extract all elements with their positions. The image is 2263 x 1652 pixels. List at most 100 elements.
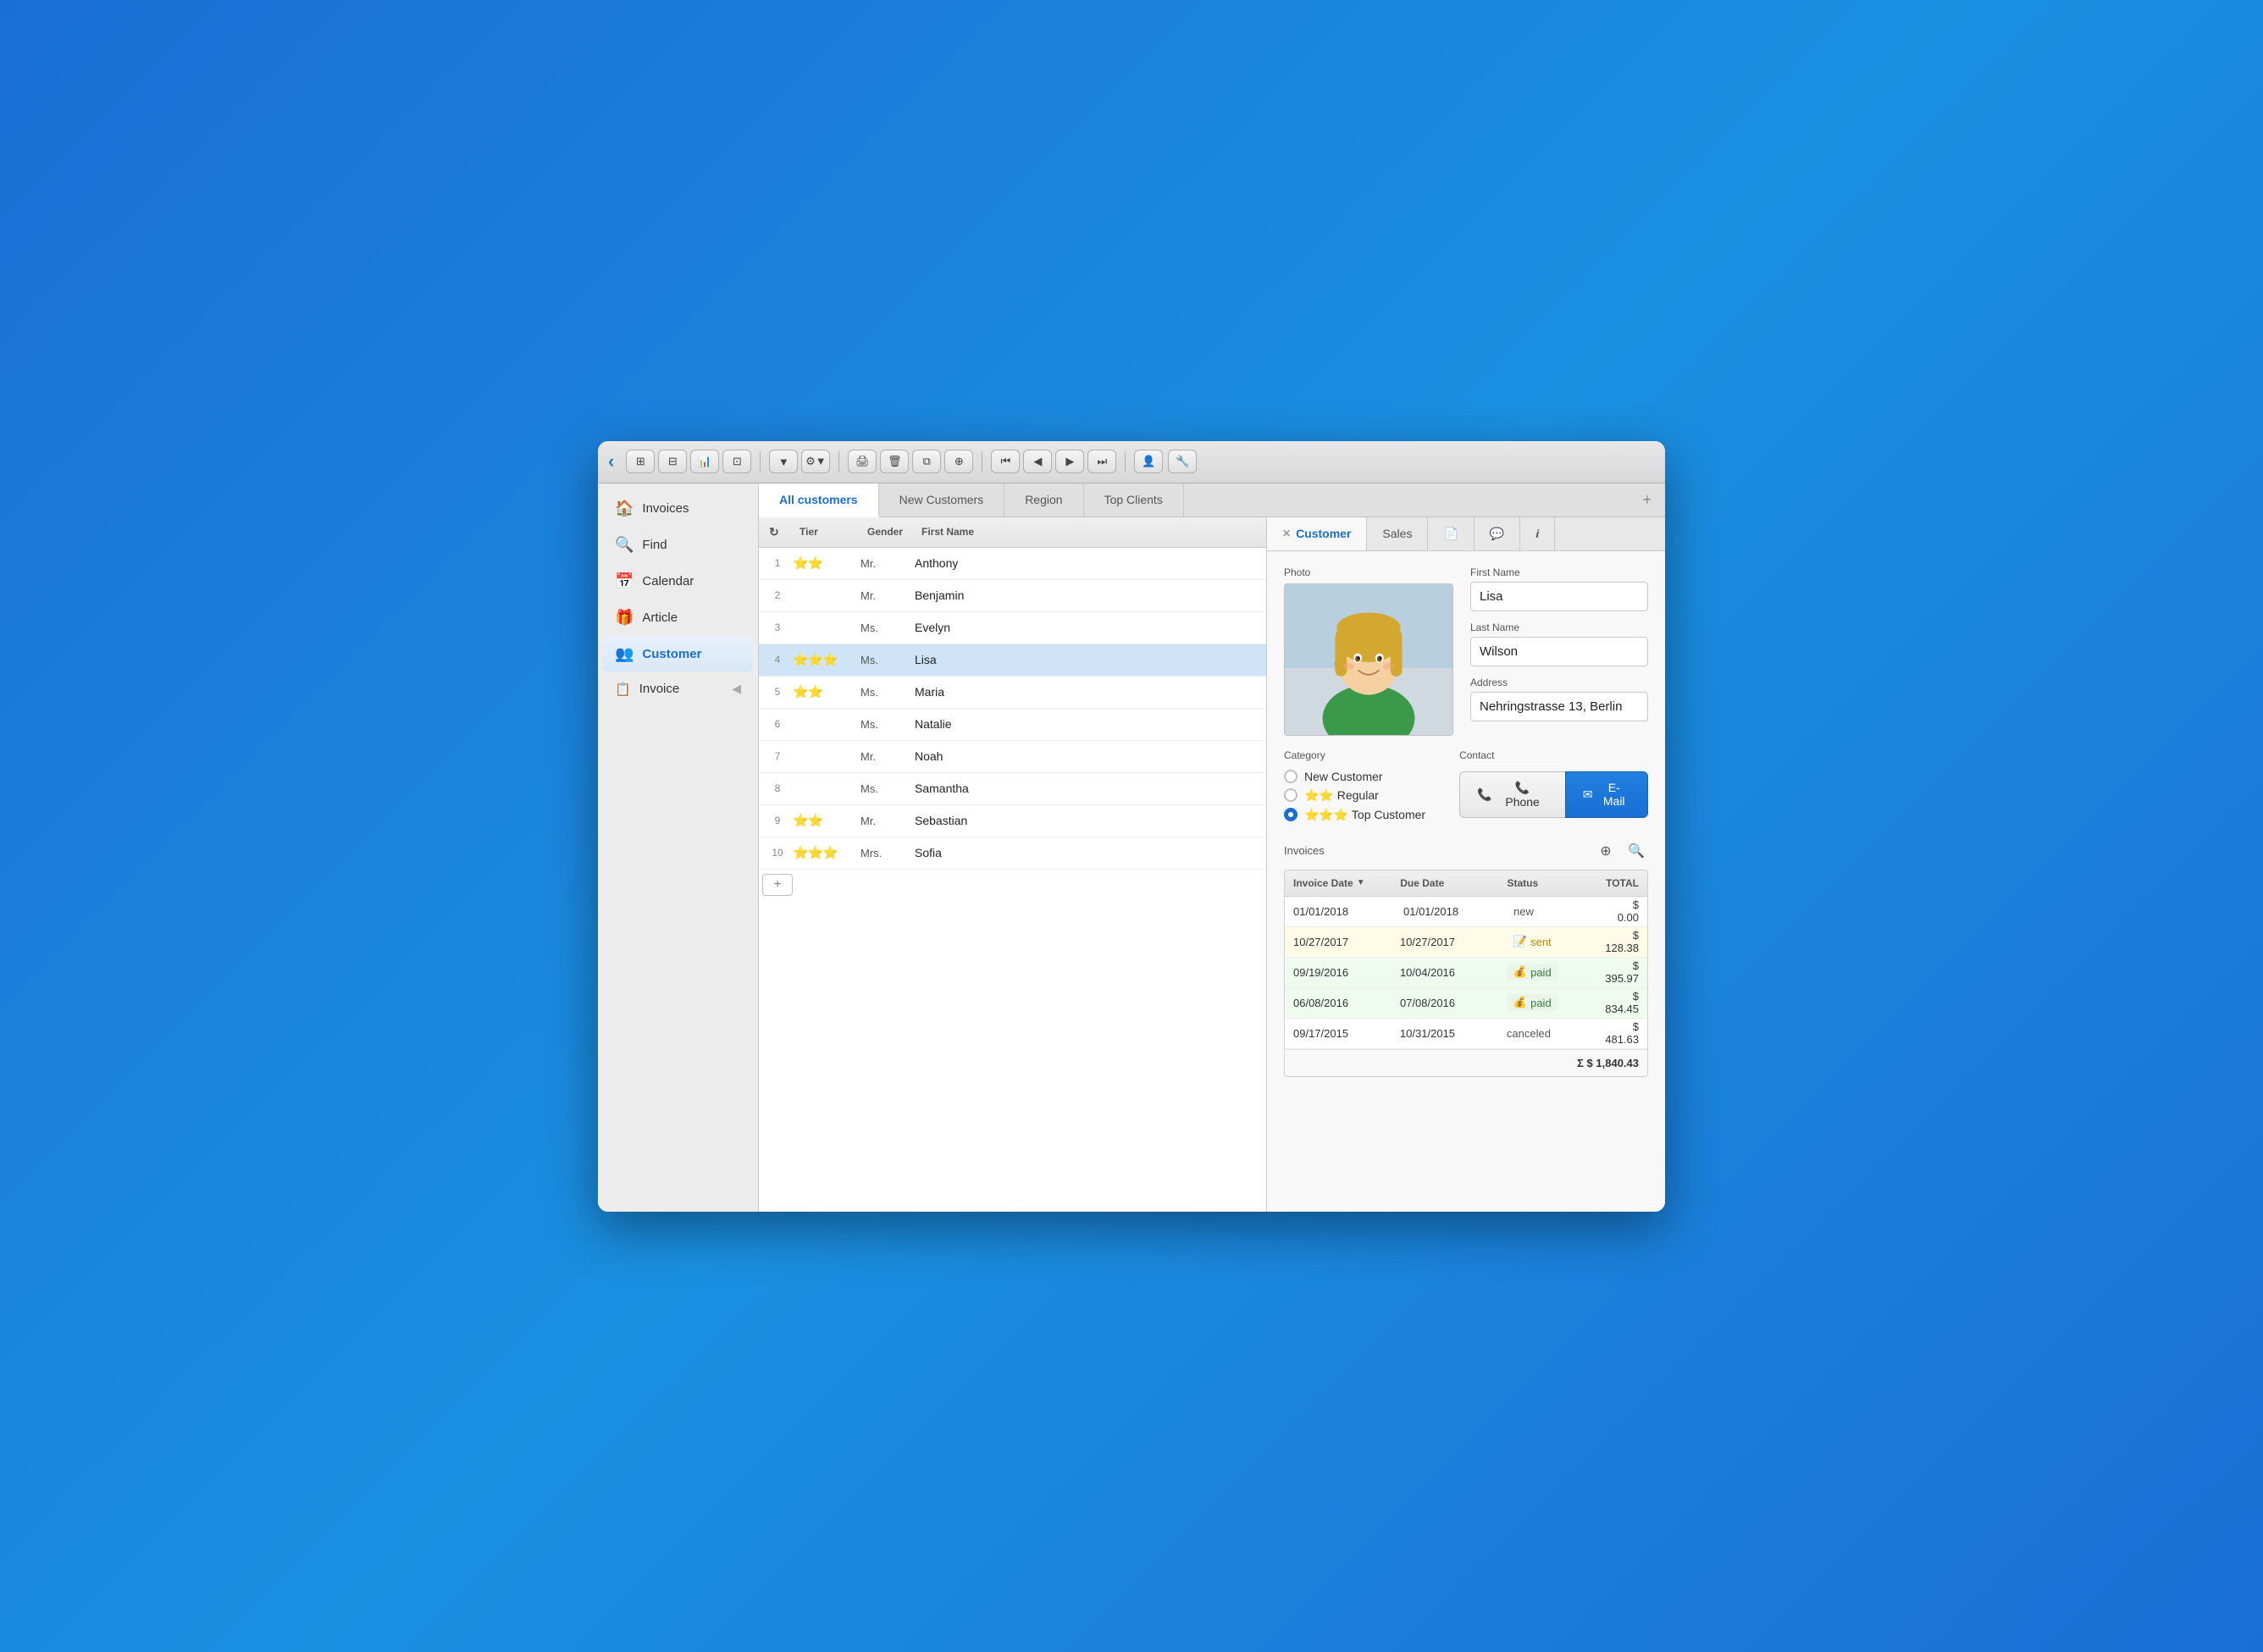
sidebar-item-customer[interactable]: 👥 Customer xyxy=(603,637,753,671)
tab-all-customers[interactable]: All customers xyxy=(759,483,879,517)
radio-new-customer[interactable] xyxy=(1284,770,1297,783)
invoices-add-button[interactable]: ⊕ xyxy=(1594,839,1618,863)
invoice-row[interactable]: 01/01/2018 01/01/2018 new $ 0.00 xyxy=(1285,897,1647,927)
table-row[interactable]: 9 ⭐⭐ Mr. Sebastian xyxy=(759,805,1266,837)
category-section: Category New Customer ⭐⭐ Regular xyxy=(1284,749,1425,822)
tab-top-clients[interactable]: Top Clients xyxy=(1084,483,1184,517)
detail-tab-sales[interactable]: Sales xyxy=(1367,517,1428,550)
invoices-table: Invoice Date ▼ Due Date Status xyxy=(1284,870,1648,1077)
wrench-btn[interactable]: 🔧 xyxy=(1168,450,1197,473)
nav-last-btn[interactable]: ⏭ xyxy=(1087,450,1116,473)
invoice-icon: 📋 xyxy=(615,682,631,697)
due-date-header[interactable]: Due Date xyxy=(1392,870,1498,896)
due-date-label: Due Date xyxy=(1400,877,1444,889)
invoice-row[interactable]: 06/08/2016 07/08/2016 💰 paid $ 834.45 xyxy=(1285,988,1647,1019)
sidebar-item-find[interactable]: 🔍 Find xyxy=(603,528,753,562)
invoice-row[interactable]: 09/19/2016 10/04/2016 💰 paid $ 395.97 xyxy=(1285,958,1647,988)
status-header[interactable]: Status xyxy=(1499,870,1598,896)
add-record-button[interactable]: + xyxy=(762,874,793,896)
toolbar-chart-btn[interactable]: 📊 xyxy=(690,450,719,473)
table-row[interactable]: 1 ⭐⭐ Mr. Anthony xyxy=(759,548,1266,580)
invoice-row[interactable]: 09/17/2015 10/31/2015 canceled $ 481.63 xyxy=(1285,1019,1647,1049)
row-name: Noah xyxy=(915,749,1263,763)
phone-button[interactable]: 📞 📞 Phone xyxy=(1459,771,1565,818)
first-name-input[interactable] xyxy=(1470,582,1648,611)
address-input[interactable] xyxy=(1470,692,1648,721)
nav-next-btn[interactable]: ▶ xyxy=(1055,450,1084,473)
add-btn[interactable]: ⊕ xyxy=(944,450,973,473)
calendar-icon: 📅 xyxy=(615,572,634,590)
refresh-icon[interactable]: ↻ xyxy=(769,525,779,539)
row-number: 4 xyxy=(762,654,793,666)
tab-new-customers[interactable]: New Customers xyxy=(879,483,1005,517)
last-name-input[interactable] xyxy=(1470,637,1648,666)
contact-section: Contact 📞 📞 Phone ✉ E-Mail xyxy=(1459,749,1648,818)
radio-top-customer[interactable] xyxy=(1284,808,1297,821)
close-icon[interactable]: ✕ xyxy=(1282,528,1291,539)
nav-first-btn[interactable]: ⏮ xyxy=(991,450,1020,473)
toolbar-view-list-btn[interactable]: ⊞ xyxy=(626,450,655,473)
row-gender: Mr. xyxy=(860,750,915,763)
firstname-header: First Name xyxy=(915,526,1263,538)
tab-region[interactable]: Region xyxy=(1004,483,1083,517)
settings-btn[interactable]: ⚙▼ xyxy=(801,450,830,473)
email-button[interactable]: ✉ E-Mail xyxy=(1565,771,1648,818)
user-btn[interactable]: 👤 xyxy=(1134,450,1163,473)
sidebar-item-calendar[interactable]: 📅 Calendar xyxy=(603,564,753,599)
category-regular[interactable]: ⭐⭐ Regular xyxy=(1284,788,1425,803)
nav-last-icon: ⏭ xyxy=(1097,455,1107,468)
radio-regular[interactable] xyxy=(1284,788,1297,802)
table-row[interactable]: 10 ⭐⭐⭐ Mrs. Sofia xyxy=(759,837,1266,870)
invoice-status: 📝 sent xyxy=(1498,933,1596,950)
toolbar-table-btn[interactable]: ⊡ xyxy=(722,450,751,473)
row-number: 2 xyxy=(762,589,793,601)
sent-icon: 📝 xyxy=(1513,935,1527,948)
sidebar-item-invoice[interactable]: 📋 Invoice ◀ xyxy=(603,673,753,705)
trash-icon: 🗑 xyxy=(888,455,902,468)
table-row[interactable]: 3 Ms. Evelyn xyxy=(759,612,1266,644)
stars-icon: ⭐⭐ xyxy=(793,814,822,828)
status-badge: 📝 sent xyxy=(1507,933,1558,950)
tab-add-button[interactable]: + xyxy=(1629,483,1665,517)
stars-icon: ⭐⭐⭐ xyxy=(793,653,838,667)
table-row[interactable]: 7 Mr. Noah xyxy=(759,741,1266,773)
detail-tab-customer[interactable]: ✕ Customer xyxy=(1267,517,1367,550)
row-gender: Ms. xyxy=(860,718,915,731)
sidebar-item-article[interactable]: 🎁 Article xyxy=(603,600,753,635)
table-row[interactable]: 4 ⭐⭐⭐ Ms. Lisa xyxy=(759,644,1266,677)
filter-btn[interactable]: ▼ xyxy=(769,450,798,473)
detail-tab-info[interactable]: i xyxy=(1520,517,1555,550)
table-row[interactable]: 5 ⭐⭐ Ms. Maria xyxy=(759,677,1266,709)
delete-btn[interactable]: 🗑 xyxy=(880,450,909,473)
print-icon: 🖨 xyxy=(855,455,870,468)
invoices-table-header: Invoice Date ▼ Due Date Status xyxy=(1285,870,1647,897)
invoice-due: 01/01/2018 xyxy=(1395,905,1505,918)
invoice-date-header[interactable]: Invoice Date ▼ xyxy=(1285,870,1392,896)
invoice-row[interactable]: 10/27/2017 10/27/2017 📝 sent $ 128.38 xyxy=(1285,927,1647,958)
category-new-customer[interactable]: New Customer xyxy=(1284,770,1425,783)
invoice-due: 10/31/2015 xyxy=(1392,1027,1498,1040)
table-row[interactable]: 2 Mr. Benjamin xyxy=(759,580,1266,612)
invoices-search-button[interactable]: 🔍 xyxy=(1624,839,1648,863)
toolbar-action-group: 🖨 🗑 ⧉ ⊕ xyxy=(848,450,973,473)
back-button[interactable]: ‹ xyxy=(608,450,614,472)
total-header[interactable]: TOTAL xyxy=(1597,870,1647,896)
nav-prev-icon: ◀ xyxy=(1033,455,1042,468)
invoice-total: $ 0.00 xyxy=(1607,898,1647,924)
duplicate-btn[interactable]: ⧉ xyxy=(912,450,941,473)
toolbar-view-grid-btn[interactable]: ⊟ xyxy=(658,450,687,473)
table-row[interactable]: 8 Ms. Samantha xyxy=(759,773,1266,805)
print-btn[interactable]: 🖨 xyxy=(848,450,877,473)
category-top-customer[interactable]: ⭐⭐⭐ Top Customer xyxy=(1284,808,1425,822)
article-icon: 🎁 xyxy=(615,609,634,627)
nav-prev-btn[interactable]: ◀ xyxy=(1023,450,1052,473)
detail-tab-doc[interactable]: 📄 xyxy=(1428,517,1474,550)
contact-label: Contact xyxy=(1459,749,1648,761)
category-regular-label: ⭐⭐ Regular xyxy=(1304,788,1379,803)
detail-tab-chat[interactable]: 💬 xyxy=(1475,517,1520,550)
gender-header: Gender xyxy=(860,526,915,538)
sidebar-item-invoices[interactable]: 🏠 Invoices xyxy=(603,491,753,526)
row-number: 3 xyxy=(762,622,793,633)
table-row[interactable]: 6 Ms. Natalie xyxy=(759,709,1266,741)
phone-label: 📞 Phone xyxy=(1497,781,1548,809)
